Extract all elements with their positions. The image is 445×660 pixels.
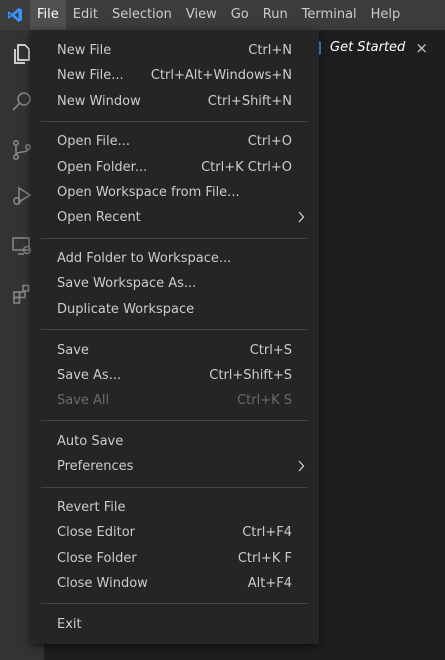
- close-icon[interactable]: ×: [415, 39, 428, 57]
- menu-item-shortcut: Ctrl+F4: [242, 525, 292, 541]
- tab-title: Get Started: [330, 40, 406, 55]
- menu-help[interactable]: Help: [364, 0, 408, 30]
- menu-item-label: Preferences: [57, 459, 134, 475]
- menu-item-label: Save As...: [57, 367, 122, 383]
- menu-item[interactable]: Open Workspace from File...: [31, 180, 319, 205]
- menu-item[interactable]: Duplicate Workspace: [31, 297, 319, 322]
- menu-item-label: Open Recent: [57, 210, 141, 226]
- menu-item-label: New Window: [57, 93, 141, 109]
- menu-separator: [41, 329, 307, 330]
- file-menu-dropdown: New File Ctrl+N New File... Ctrl+Alt+Window…: [31, 30, 319, 644]
- menu-edit[interactable]: Edit: [66, 0, 105, 30]
- menu-item-label: Open Workspace from File...: [57, 185, 240, 200]
- menu-file[interactable]: File: [30, 0, 66, 30]
- menu-selection[interactable]: Selection: [105, 0, 179, 30]
- menu-item[interactable]: Save As... Ctrl+Shift+S: [31, 363, 319, 388]
- menu-item-label: Save All: [57, 393, 110, 409]
- menu-item-label: Open Folder...: [57, 159, 148, 175]
- menu-item-label: Duplicate Workspace: [57, 301, 195, 317]
- menu-item-label: Close Folder: [57, 550, 137, 566]
- menu-item-label: Save: [57, 342, 89, 358]
- menu-separator: [41, 486, 307, 488]
- menu-item[interactable]: Open Recent: [31, 205, 319, 230]
- menu-item[interactable]: New File... Ctrl+Alt+Windows+N: [31, 63, 319, 88]
- chevron-right-icon: [297, 211, 305, 227]
- menu-item[interactable]: Exit: [31, 612, 319, 637]
- menu-run[interactable]: Run: [256, 0, 295, 30]
- menu-item-label: Close Window: [57, 575, 148, 591]
- tab-get-started[interactable]: Get Started ×: [299, 30, 445, 65]
- menu-item-shortcut: Ctrl+Alt+Windows+N: [150, 68, 292, 84]
- menu-item-shortcut: Ctrl+Shift+N: [207, 93, 292, 109]
- chevron-right-icon: [297, 460, 305, 476]
- menu-item-label: Auto Save: [57, 433, 124, 449]
- menu-separator: [41, 120, 307, 122]
- menu-item[interactable]: Add Folder to Workspace...: [31, 246, 319, 271]
- menu-item-shortcut: Ctrl+N: [248, 43, 292, 58]
- menu-item-shortcut: Ctrl+Shift+S: [209, 367, 292, 383]
- menu-item-label: Open File...: [57, 134, 131, 150]
- menu-item[interactable]: Close Folder Ctrl+K F: [31, 546, 319, 571]
- menu-item-shortcut: Ctrl+K Ctrl+O: [201, 159, 292, 175]
- menu-item[interactable]: Save Workspace As...: [31, 271, 319, 296]
- menu-item[interactable]: Revert File: [31, 495, 319, 520]
- menu-go[interactable]: Go: [224, 0, 256, 30]
- menu-item[interactable]: New File Ctrl+N: [31, 38, 319, 63]
- menu-item-label: New File: [57, 43, 112, 58]
- menu-separator: [41, 420, 307, 422]
- menu-terminal[interactable]: Terminal: [295, 0, 364, 30]
- menu-item[interactable]: New Window Ctrl+Shift+N: [31, 89, 319, 114]
- menu-item[interactable]: Preferences: [31, 454, 319, 479]
- menu-item-label: New File...: [57, 68, 124, 84]
- menu-item[interactable]: Save Ctrl+S: [31, 338, 319, 363]
- menu-item-label: Exit: [57, 616, 82, 632]
- menu-item-label: Add Folder to Workspace...: [57, 251, 232, 267]
- menu-item-shortcut: Ctrl+O: [247, 134, 292, 150]
- menu-item[interactable]: Close Window Alt+F4: [31, 571, 319, 596]
- menu-item-label: Revert File: [57, 500, 126, 515]
- menu-item-shortcut: Alt+F4: [247, 575, 292, 591]
- menu-bar: File Edit Selection View Go Run Terminal…: [30, 0, 407, 30]
- menu-item[interactable]: Auto Save: [31, 429, 319, 454]
- menu-item-shortcut: Ctrl+K S: [237, 393, 292, 409]
- menu-item-shortcut: Ctrl+S: [249, 342, 292, 358]
- menu-separator: [41, 603, 307, 605]
- vscode-logo-icon: [0, 0, 30, 30]
- menu-item[interactable]: Open Folder... Ctrl+K Ctrl+O: [31, 155, 319, 180]
- menu-item-shortcut: Ctrl+K F: [237, 550, 292, 566]
- menu-view[interactable]: View: [179, 0, 224, 30]
- menu-item[interactable]: Open File... Ctrl+O: [31, 129, 319, 154]
- menu-item: Save All Ctrl+K S: [31, 388, 319, 413]
- menu-item[interactable]: Close Editor Ctrl+F4: [31, 520, 319, 545]
- menu-item-label: Close Editor: [57, 525, 136, 541]
- title-bar: File Edit Selection View Go Run Terminal…: [0, 0, 445, 30]
- menu-separator: [41, 237, 307, 239]
- menu-item-label: Save Workspace As...: [57, 276, 197, 292]
